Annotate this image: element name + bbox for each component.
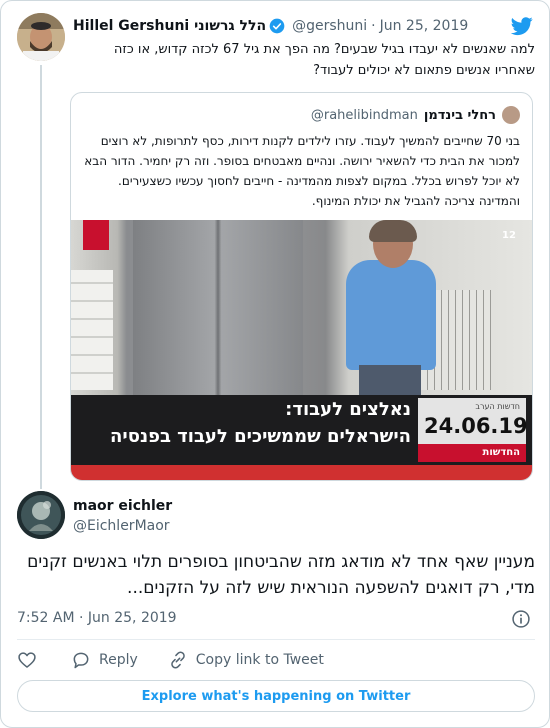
news-date: 24.06.19	[424, 414, 528, 438]
media-person-hair	[369, 220, 417, 242]
twitter-bird-icon[interactable]	[511, 15, 533, 37]
reply-label: Reply	[99, 652, 138, 668]
author-handle[interactable]: @gershuni	[292, 18, 367, 34]
news-banner-text: נאלצים לעבוד: הישראלים שממשיכים לעבוד בפ…	[81, 397, 411, 451]
reply-author-avatar[interactable]	[17, 491, 65, 539]
channel-logo: 12	[502, 230, 516, 241]
media-red-sign	[83, 220, 109, 250]
news-date-box: חדשות הערב 24.06.19 החדשות	[418, 398, 528, 462]
media-person-body	[346, 260, 436, 370]
quoted-tweet-text: בני 70 שחייבים להמשיך לעבוד. עזרו לילדים…	[84, 134, 520, 208]
news-bottom-strip	[71, 465, 532, 480]
quoted-tweet[interactable]: @rahelibindman רחלי בינדמן בני 70 שחייבי…	[70, 92, 533, 481]
separator-dot: ·	[371, 18, 376, 34]
tweet-date[interactable]: Jun 25, 2019	[380, 18, 469, 34]
reply-tweet-text: מעניין שאף אחד לא מודאג מזה שהביטחון בסו…	[27, 552, 535, 598]
quoted-author-handle: @rahelibindman	[310, 107, 418, 123]
tweet-embed-card: Hillel Gershuni הלל גרשוני @gershuni · J…	[0, 0, 550, 728]
news-banner-line1: נאלצים לעבוד:	[285, 399, 411, 420]
quoted-tweet-header: @rahelibindman רחלי בינדמן	[311, 105, 520, 125]
news-channel-label: החדשות	[418, 444, 526, 462]
tweet-header: Hillel Gershuni הלל גרשוני @gershuni · J…	[73, 15, 468, 37]
media-elevator-door	[133, 220, 303, 395]
thread-connector-line	[40, 65, 42, 489]
copy-link-label: Copy link to Tweet	[195, 652, 324, 668]
quoted-tweet-media[interactable]: 12 נאלצים לעבוד: הישראלים שממשיכים לעבוד…	[71, 220, 532, 480]
news-date-caption: חדשות הערב	[475, 402, 520, 411]
news-banner-line2: הישראלים שממשיכים לעבוד בפנסיה	[110, 426, 411, 447]
tweet-full-date: Jun 25, 2019	[87, 610, 177, 626]
tweet-actions: Reply Copy link to Tweet	[17, 649, 354, 671]
info-icon[interactable]	[511, 609, 531, 629]
author-avatar[interactable]	[17, 13, 65, 61]
heart-icon	[18, 652, 36, 668]
reply-author-handle[interactable]: @EichlerMaor	[73, 518, 170, 534]
quoted-author-name: רחלי בינדמן	[423, 107, 496, 123]
media-shelf	[71, 270, 113, 390]
author-name[interactable]: Hillel Gershuni הלל גרשוני	[73, 18, 266, 34]
tweet-timestamp[interactable]: 7:52 AM · Jun 25, 2019	[17, 610, 177, 626]
link-icon	[170, 651, 185, 669]
copy-link-button[interactable]: Copy link to Tweet	[168, 650, 324, 670]
tweet-text: למה שאנשים לא יעבדו בגיל שבעים? מה הפך א…	[113, 42, 535, 78]
timestamp-separator: ·	[79, 610, 84, 626]
reply-bubble-icon	[73, 652, 89, 669]
divider	[17, 639, 535, 640]
verified-badge-icon	[269, 18, 285, 34]
tweet-time: 7:52 AM	[17, 610, 75, 626]
explore-twitter-button[interactable]: Explore what's happening on Twitter	[17, 680, 535, 712]
like-button[interactable]	[17, 650, 45, 670]
quoted-author-avatar	[502, 106, 520, 124]
reply-author-name[interactable]: maor eichler	[73, 498, 172, 514]
reply-button[interactable]: Reply	[71, 650, 138, 670]
